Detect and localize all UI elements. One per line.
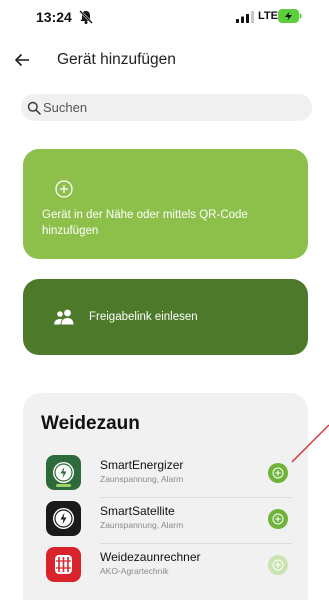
- status-bar: 13:24 LTE: [0, 0, 329, 36]
- plus-icon: [272, 513, 284, 525]
- add-device-button[interactable]: [268, 555, 288, 575]
- app-header: Gerät hinzufügen: [0, 44, 329, 76]
- device-subtitle: AKO-Agrartechnik: [100, 566, 169, 576]
- category-weidezaun: Weidezaun SmartEnergizer Zaunspannung, A…: [23, 393, 308, 600]
- network-type: LTE: [258, 10, 278, 22]
- read-share-link-card[interactable]: Freigabelink einlesen: [23, 279, 308, 355]
- device-subtitle: Zaunspannung, Alarm: [100, 474, 184, 484]
- bell-muted-icon: [79, 10, 93, 24]
- people-icon: [54, 309, 74, 325]
- share-link-label: Freigabelink einlesen: [89, 311, 198, 323]
- energizer-device-icon: [46, 455, 81, 490]
- add-device-button[interactable]: [268, 509, 288, 529]
- add-nearby-label: Gerät in der Nähe oder mittels QR-Code h…: [42, 209, 248, 237]
- page-title: Gerät hinzufügen: [57, 51, 176, 68]
- battery-charging-icon: [278, 9, 302, 23]
- add-nearby-device-card[interactable]: Gerät in der Nähe oder mittels QR-Code h…: [23, 149, 308, 259]
- status-time: 13:24: [36, 9, 72, 25]
- device-name: Weidezaunrechner: [100, 550, 201, 564]
- plus-icon: [272, 467, 284, 479]
- device-item-weidezaunrechner[interactable]: Weidezaunrechner AKO-Agrartechnik: [23, 543, 308, 589]
- fence-calculator-icon: [46, 547, 81, 582]
- device-subtitle: Zaunspannung, Alarm: [100, 520, 184, 530]
- search-bar[interactable]: [21, 94, 312, 121]
- device-item-smartsatellite[interactable]: SmartSatellite Zaunspannung, Alarm: [23, 497, 308, 544]
- device-name: SmartSatellite: [100, 504, 175, 518]
- search-input[interactable]: [43, 100, 293, 115]
- add-device-button[interactable]: [268, 463, 288, 483]
- search-icon: [27, 101, 41, 115]
- device-name: SmartEnergizer: [100, 458, 184, 472]
- plus-circle-icon: [55, 180, 73, 198]
- arrow-left-icon: [15, 53, 29, 67]
- cellular-signal-icon: [236, 11, 254, 23]
- back-button[interactable]: [8, 48, 36, 72]
- plus-icon: [272, 559, 284, 571]
- device-item-smartenergizer[interactable]: SmartEnergizer Zaunspannung, Alarm: [23, 451, 308, 498]
- category-title: Weidezaun: [41, 413, 140, 434]
- satellite-device-icon: [46, 501, 81, 536]
